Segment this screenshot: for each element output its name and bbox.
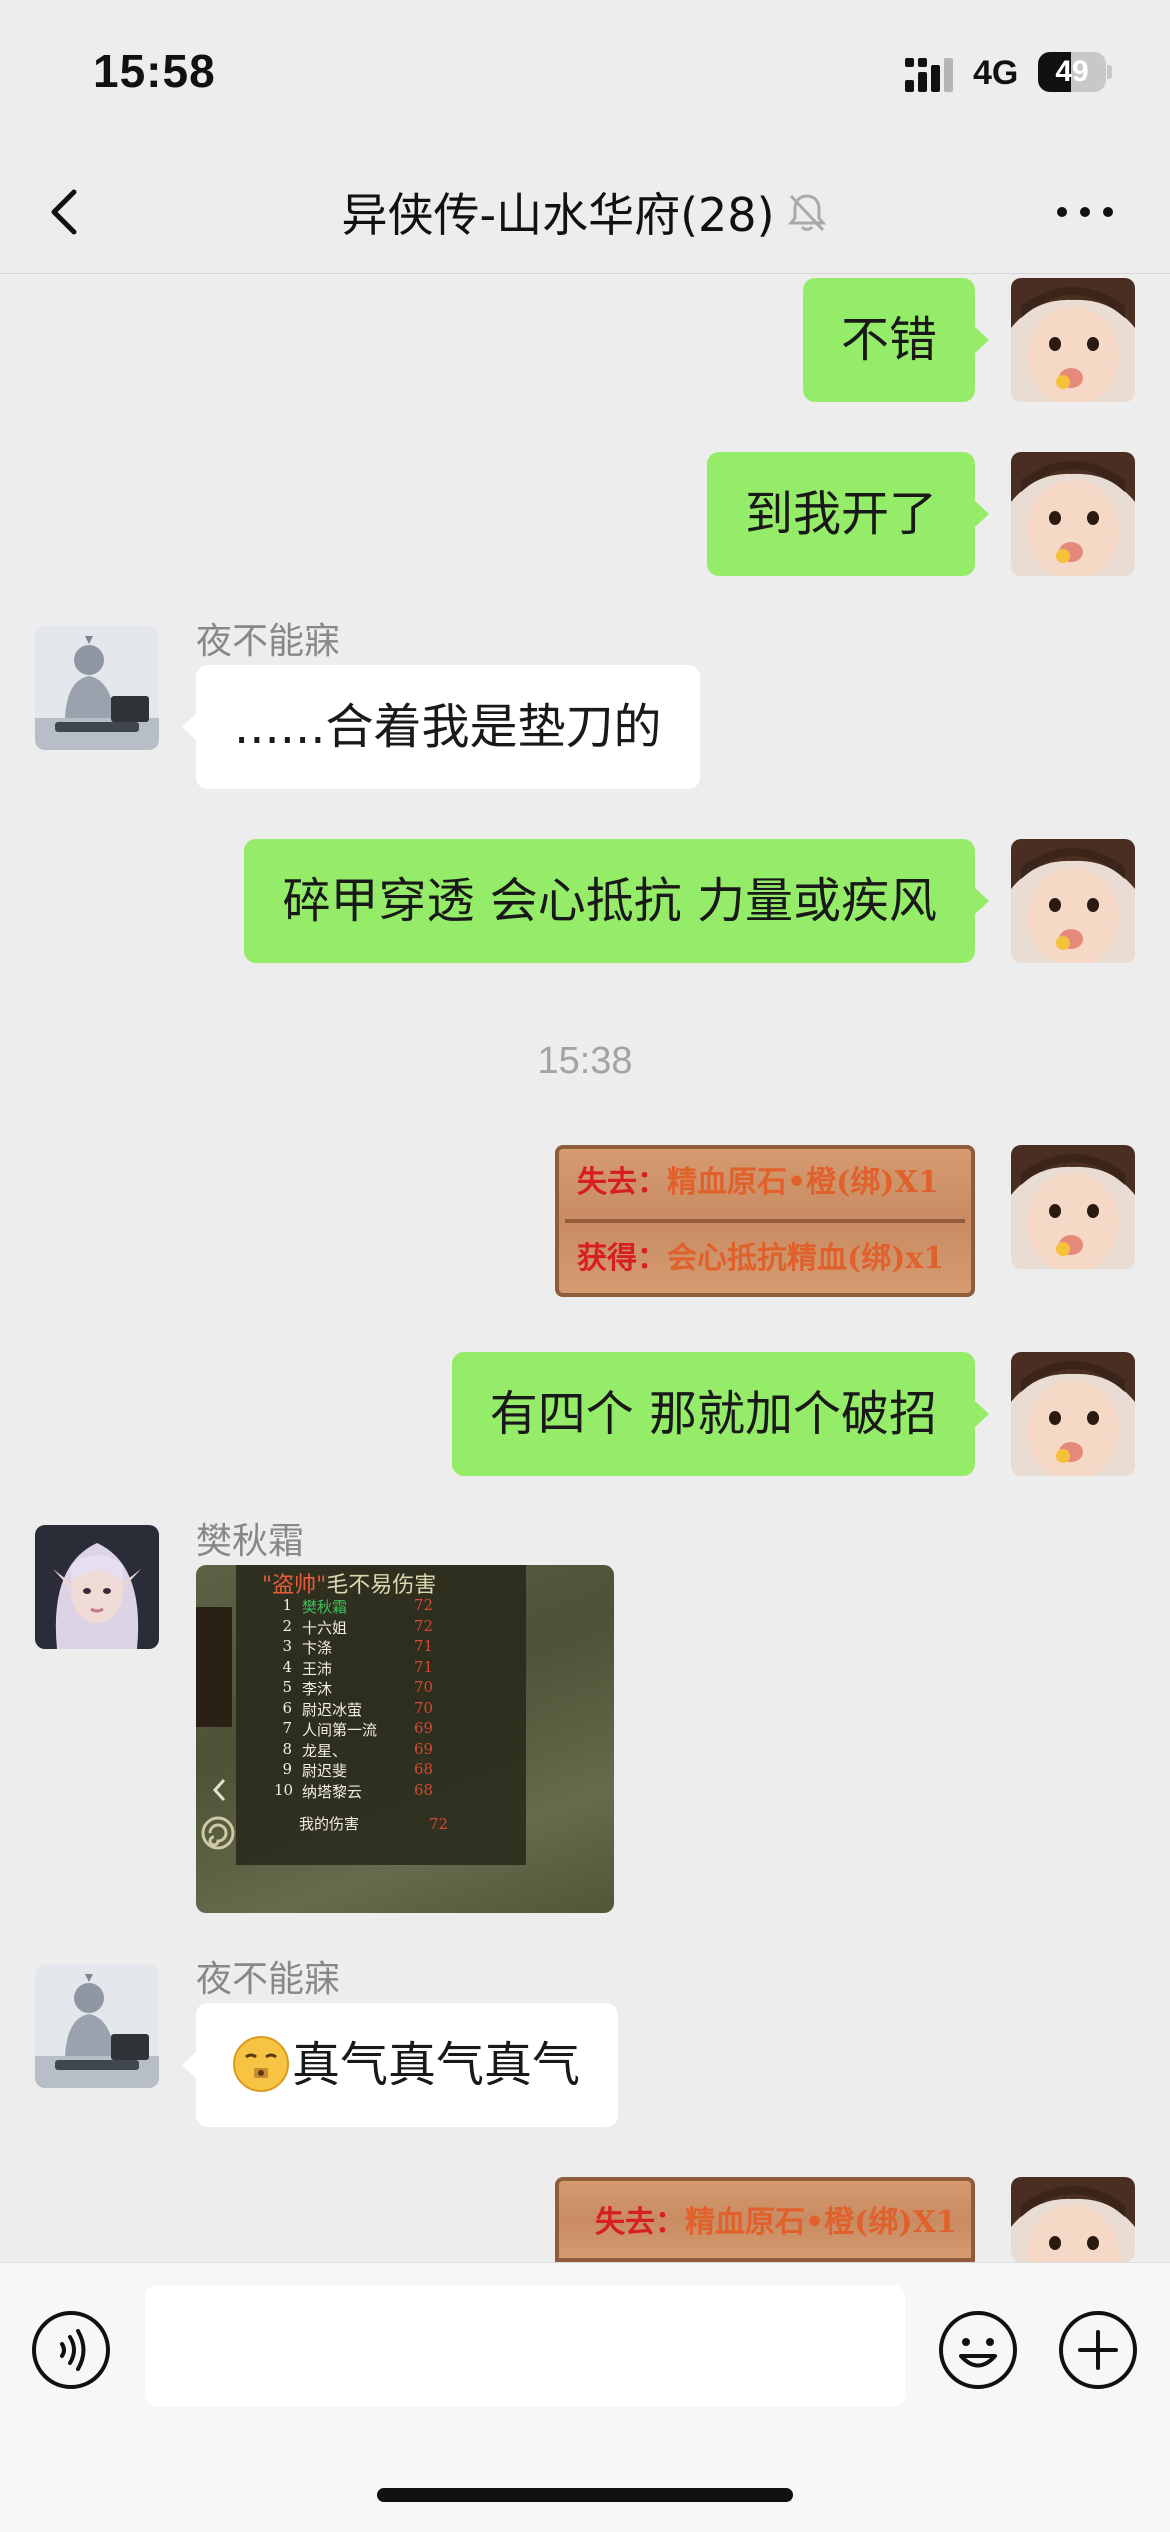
- home-indicator: [377, 2488, 793, 2502]
- message-bubble-self[interactable]: 有四个 那就加个破招: [451, 1352, 990, 1476]
- self-avatar[interactable]: [1011, 278, 1135, 402]
- damage-value: 70: [414, 1698, 434, 1717]
- damage-value: 71: [414, 1637, 434, 1655]
- rank-number: 6: [282, 1698, 292, 1717]
- ranking-row: 2 十六姐 72: [274, 1617, 444, 1638]
- game-swirl-icon: [201, 1816, 235, 1850]
- ranking-row: 3 卞涤 71: [274, 1637, 444, 1658]
- rank-number: 1: [282, 1596, 292, 1614]
- message-timestamp: 15:38: [537, 1040, 633, 1082]
- message-input[interactable]: [145, 2285, 905, 2407]
- more-options-icon[interactable]: [1050, 190, 1120, 234]
- rank-number: 4: [282, 1657, 292, 1676]
- emoji-icon[interactable]: [937, 2309, 1019, 2391]
- message-bubble-self[interactable]: 不错: [802, 278, 990, 402]
- game-loot-image[interactable]: 失去：精血原石•橙(绑)X1: [555, 2177, 975, 2262]
- game-loot-image[interactable]: 失去：精血原石•橙(绑)X1 获得：会心抵抗精血(绑)x1: [555, 1145, 975, 1297]
- damage-value: 69: [414, 1739, 434, 1758]
- ranking-row: 8 龙星、 69: [274, 1740, 444, 1761]
- plus-icon[interactable]: [1057, 2309, 1139, 2391]
- player-name: 人间第一流: [302, 1721, 378, 1739]
- message-bubble-other[interactable]: ......合着我是垫刀的: [182, 665, 700, 789]
- player-name: 纳塔黎云: [302, 1782, 363, 1801]
- self-avatar[interactable]: [1011, 1145, 1135, 1269]
- loot-line: 获得：会心抵抗精血(绑)x1: [577, 1241, 945, 1276]
- status-time: 15:58: [93, 45, 216, 97]
- player-name: 李沐: [302, 1680, 333, 1698]
- ranking-row: 6 尉迟冰萤 70: [274, 1699, 444, 1720]
- status-bar: 15:58 4G 49: [0, 0, 1170, 150]
- rank-number: 10: [274, 1780, 294, 1799]
- self-avatar[interactable]: [1011, 452, 1135, 576]
- rank-number: 9: [282, 1760, 292, 1778]
- player-name: 尉迟冰萤: [302, 1700, 363, 1719]
- network-label: 4G: [973, 54, 1019, 92]
- damage-value: 68: [414, 1780, 434, 1799]
- sender-name: 夜不能寐: [196, 1959, 341, 2000]
- damage-value: 72: [414, 1596, 434, 1614]
- ranking-row: 10 纳塔黎云 68: [274, 1781, 444, 1802]
- message-bubble-other[interactable]: 真气真气真气: [181, 2003, 619, 2127]
- damage-value: 68: [414, 1760, 434, 1778]
- buddha-avatar[interactable]: [35, 626, 159, 750]
- self-avatar[interactable]: [1011, 1352, 1135, 1476]
- chat-title-area: 异侠传-山水华府(28): [0, 180, 1170, 244]
- rank-number: 7: [282, 1719, 292, 1737]
- player-name: 十六姐: [302, 1618, 348, 1637]
- sender-name: 夜不能寐: [196, 621, 341, 662]
- ranking-row: 4 王沛 71: [274, 1658, 444, 1679]
- my-damage-row: 我的伤害 72: [299, 1815, 449, 1833]
- signal-strength-icon: [905, 58, 953, 92]
- player-name: 王沛: [302, 1659, 333, 1678]
- damage-value: 71: [414, 1657, 434, 1676]
- message-bubble-self[interactable]: 碎甲穿透 会心抵抗 力量或疾风: [244, 839, 989, 963]
- self-avatar[interactable]: [1011, 839, 1135, 963]
- voice-icon[interactable]: [30, 2309, 112, 2391]
- damage-ranking-image[interactable]: "盗帅"毛不易伤害 1 樊秋霜 72 2 十六姐 72 3 卞涤 71 4 王沛 71 5 李沐 70 6 尉迟…: [196, 1565, 614, 1913]
- chat-nav-bar: 异侠传-山水华府(28): [0, 150, 1170, 274]
- loot-line: 失去：精血原石•橙(绑)X1: [595, 2205, 957, 2240]
- player-name: 龙星、: [302, 1741, 348, 1760]
- sealed-mouth-emoji-icon: [233, 2036, 289, 2092]
- self-avatar[interactable]: [1011, 2177, 1135, 2262]
- chat-title: 异侠传-山水华府(28): [341, 188, 775, 242]
- loot-line: 失去：精血原石•橙(绑)X1: [577, 1165, 939, 1200]
- battery-icon: 49: [1038, 52, 1112, 92]
- ranking-row: 7 人间第一流 69: [274, 1719, 444, 1740]
- damage-value: 72: [414, 1616, 434, 1635]
- damage-value: 70: [414, 1678, 434, 1696]
- rank-number: 3: [282, 1637, 292, 1655]
- player-name: 樊秋霜: [302, 1598, 348, 1616]
- rank-number: 8: [282, 1739, 292, 1758]
- elf-avatar[interactable]: [35, 1525, 159, 1649]
- player-name: 尉迟斐: [302, 1762, 348, 1780]
- message-bubble-self[interactable]: 到我开了: [706, 452, 990, 576]
- damage-value: 69: [414, 1719, 434, 1737]
- battery-level: 49: [1055, 55, 1089, 88]
- message-text: 真气真气真气: [292, 2037, 581, 2093]
- ranking-row: 9 尉迟斐 68: [274, 1760, 444, 1781]
- ranking-title: "盗帅"毛不易伤害: [262, 1573, 437, 1598]
- sender-name: 樊秋霜: [196, 1521, 305, 1562]
- rank-number: 5: [282, 1678, 292, 1696]
- buddha-avatar[interactable]: [35, 1964, 159, 2088]
- player-name: 卞涤: [302, 1639, 333, 1657]
- game-back-arrow-icon: [212, 1778, 226, 1802]
- ranking-row: 5 李沐 70: [274, 1678, 444, 1699]
- mute-bell-icon: [787, 194, 826, 232]
- ranking-row: 1 樊秋霜 72: [274, 1596, 444, 1617]
- ranking-list: 1 樊秋霜 72 2 十六姐 72 3 卞涤 71 4 王沛 71 5 李沐 70 6 尉迟冰萤 70 7 人间第一流…: [274, 1596, 444, 1801]
- rank-number: 2: [282, 1616, 292, 1635]
